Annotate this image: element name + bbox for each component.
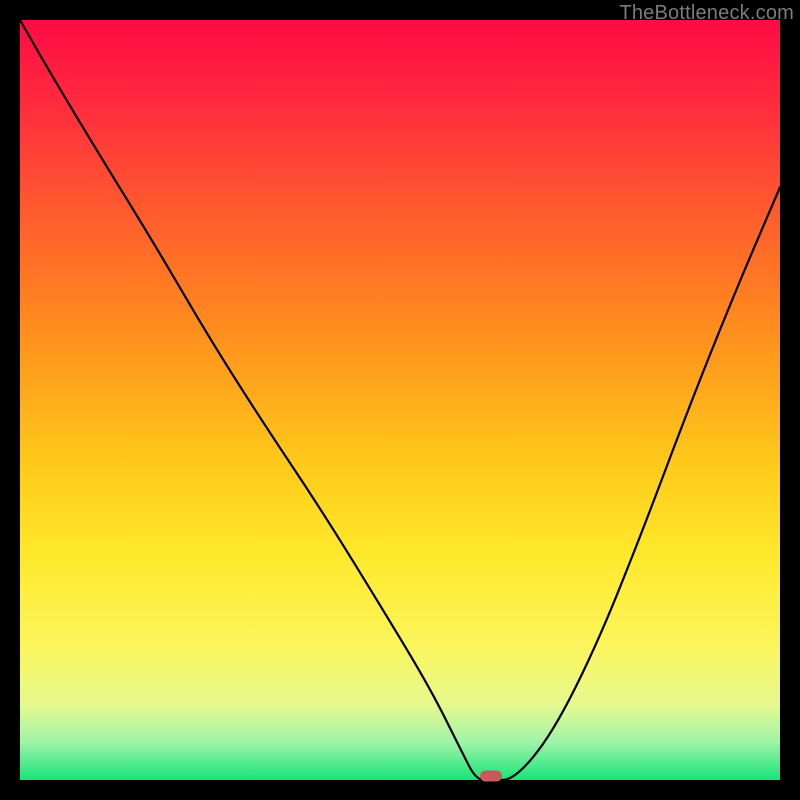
optimal-point-marker [480,771,502,782]
bottleneck-curve [20,20,780,780]
chart-frame: TheBottleneck.com [0,0,800,800]
watermark-text: TheBottleneck.com [619,2,794,25]
plot-area [20,20,780,780]
